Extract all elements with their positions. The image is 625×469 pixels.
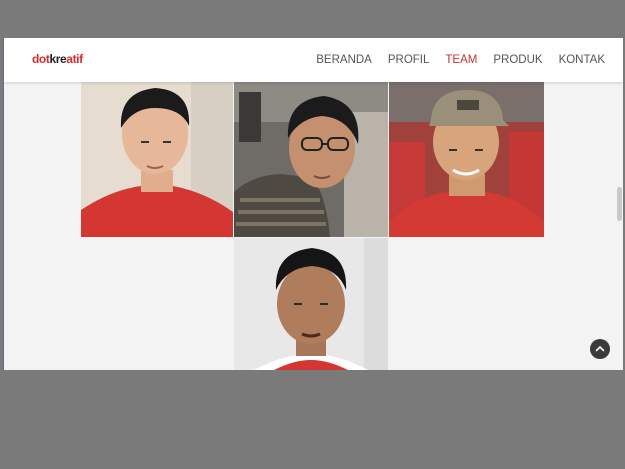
site-logo[interactable]: dot kre atif — [32, 52, 83, 66]
logo-text-atif: atif — [66, 52, 83, 66]
nav-item-beranda[interactable]: BERANDA — [316, 54, 372, 66]
main-nav: BERANDA PROFIL TEAM PRODUK KONTAK — [316, 54, 605, 66]
team-member-photo — [81, 82, 233, 237]
chevron-up-icon — [595, 346, 605, 352]
logo-text-kre: kre — [49, 52, 67, 66]
logo-text-dot: dot — [32, 52, 50, 66]
team-member-photo — [389, 82, 544, 237]
browser-viewport: dot kre atif BERANDA PROFIL TEAM PRODUK KO… — [3, 38, 623, 370]
nav-item-produk[interactable]: PRODUK — [493, 54, 542, 66]
back-to-top-button[interactable] — [590, 339, 610, 359]
page-scrollbar[interactable] — [616, 82, 623, 370]
team-member-photo — [234, 238, 388, 370]
nav-item-kontak[interactable]: KONTAK — [559, 54, 605, 66]
team-grid — [4, 38, 623, 370]
navbar: dot kre atif BERANDA PROFIL TEAM PRODUK KO… — [4, 38, 623, 82]
nav-item-profil[interactable]: PROFIL — [388, 54, 430, 66]
team-member-photo — [234, 82, 388, 237]
scrollbar-thumb[interactable] — [617, 187, 622, 221]
nav-item-team[interactable]: TEAM — [445, 54, 477, 66]
